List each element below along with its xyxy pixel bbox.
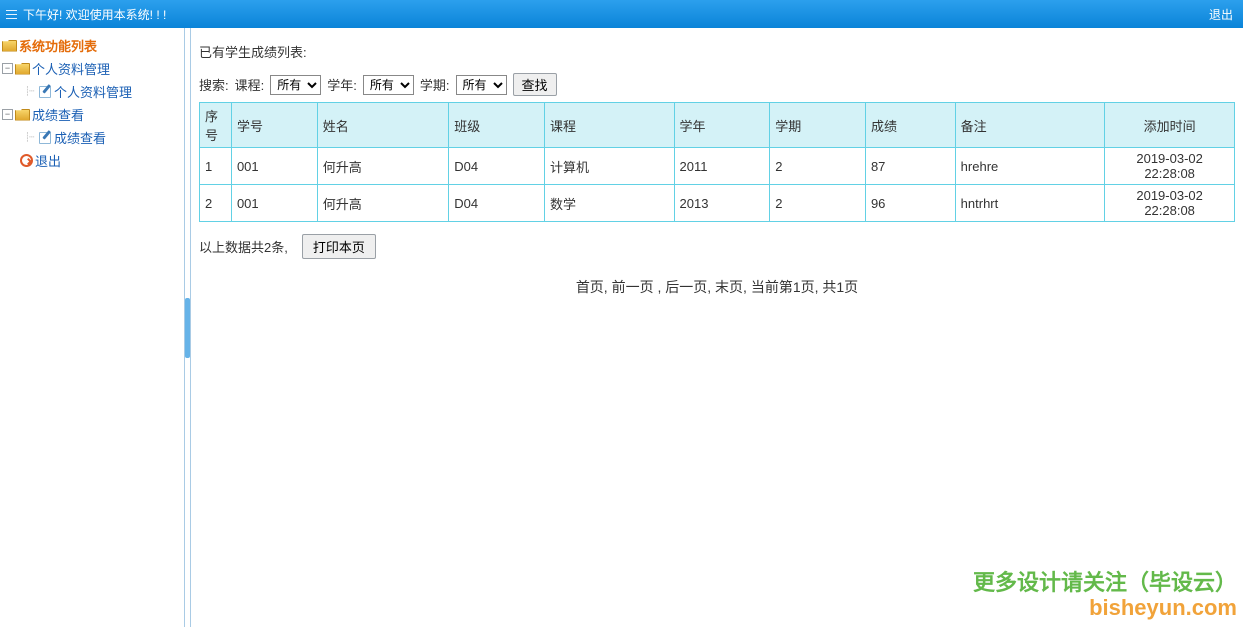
table-header-cell: 班级 <box>449 103 545 148</box>
table-cell: hntrhrt <box>955 185 1105 222</box>
table-cell: 何升高 <box>317 148 449 185</box>
folder-open-icon <box>15 63 30 75</box>
table-cell: 1 <box>200 148 232 185</box>
main-panel: 已有学生成绩列表: 搜索: 课程: 所有 学年: 所有 学期: 所有 查找 序号… <box>191 28 1243 627</box>
search-term-label: 学期: <box>420 75 450 94</box>
tree-branch-label: 个人资料管理 <box>32 59 110 78</box>
table-header-cell: 学年 <box>674 103 770 148</box>
table-cell: 2019-03-02 22:28:08 <box>1105 185 1235 222</box>
collapse-icon[interactable]: − <box>2 63 13 74</box>
tree-connector-icon: ┊┄ <box>20 86 38 97</box>
table-cell: D04 <box>449 185 545 222</box>
list-title: 已有学生成绩列表: <box>199 42 1235 61</box>
table-cell: 何升高 <box>317 185 449 222</box>
search-bar: 搜索: 课程: 所有 学年: 所有 学期: 所有 查找 <box>199 73 1235 96</box>
print-button[interactable]: 打印本页 <box>302 234 376 259</box>
table-cell: 数学 <box>544 185 674 222</box>
tree-branch-label: 成绩查看 <box>32 105 84 124</box>
tree-leaf-label: 成绩查看 <box>54 128 106 147</box>
watermark-line1: 更多设计请关注（毕设云） <box>973 565 1237 597</box>
table-cell: D04 <box>449 148 545 185</box>
folder-open-icon <box>2 40 17 52</box>
year-select[interactable]: 所有 <box>363 75 414 95</box>
table-cell: 001 <box>231 185 317 222</box>
vertical-divider <box>184 28 191 627</box>
table-cell: 2 <box>200 185 232 222</box>
tree-leaf-profile[interactable]: ┊┄ 个人资料管理 <box>2 80 184 103</box>
tree-branch-profile[interactable]: − 个人资料管理 <box>2 57 184 80</box>
table-cell: 2019-03-02 22:28:08 <box>1105 148 1235 185</box>
table-header-cell: 学期 <box>770 103 866 148</box>
table-cell: 2 <box>770 185 866 222</box>
top-header: 下午好! 欢迎使用本系统! ! ! 退出 <box>0 0 1243 28</box>
table-header-cell: 学号 <box>231 103 317 148</box>
tree-leaf-grades[interactable]: ┊┄ 成绩查看 <box>2 126 184 149</box>
tree-leaf-label: 个人资料管理 <box>54 82 132 101</box>
table-cell: 2011 <box>674 148 770 185</box>
tree-exit-label: 退出 <box>35 151 61 170</box>
table-header-cell: 序号 <box>200 103 232 148</box>
tree-connector-icon: ┊┄ <box>20 132 38 143</box>
tree-root-label: 系统功能列表 <box>19 36 97 55</box>
search-button[interactable]: 查找 <box>513 73 557 96</box>
collapse-icon[interactable]: − <box>2 109 13 120</box>
table-cell: 96 <box>865 185 955 222</box>
menu-icon <box>6 10 17 19</box>
exit-icon <box>20 154 33 167</box>
table-row: 2001何升高D04数学2013296hntrhrt2019-03-02 22:… <box>200 185 1235 222</box>
watermark: 更多设计请关注（毕设云） bisheyun.com <box>973 565 1237 621</box>
search-year-label: 学年: <box>327 75 357 94</box>
logout-link[interactable]: 退出 <box>1209 6 1233 23</box>
table-header-cell: 备注 <box>955 103 1105 148</box>
folder-open-icon <box>15 109 30 121</box>
tree-branch-grades[interactable]: − 成绩查看 <box>2 103 184 126</box>
edit-icon <box>38 131 52 145</box>
sidebar: 系统功能列表 − 个人资料管理 ┊┄ 个人资料管理 − 成绩查看 ┊┄ 成绩查看… <box>0 28 184 627</box>
pager[interactable]: 首页, 前一页 , 后一页, 末页, 当前第1页, 共1页 <box>199 277 1235 297</box>
term-select[interactable]: 所有 <box>456 75 507 95</box>
table-header-cell: 添加时间 <box>1105 103 1235 148</box>
resize-handle[interactable] <box>185 298 190 358</box>
summary-text: 以上数据共2条, <box>199 237 288 256</box>
table-cell: hrehre <box>955 148 1105 185</box>
edit-icon <box>38 85 52 99</box>
table-cell: 计算机 <box>544 148 674 185</box>
tree-root[interactable]: 系统功能列表 <box>2 34 184 57</box>
course-select[interactable]: 所有 <box>270 75 321 95</box>
welcome-text: 下午好! 欢迎使用本系统! ! ! <box>23 6 166 23</box>
table-cell: 2 <box>770 148 866 185</box>
watermark-line2: bisheyun.com <box>973 595 1237 621</box>
search-prefix: 搜索: <box>199 75 229 94</box>
table-cell: 2013 <box>674 185 770 222</box>
table-header-row: 序号学号姓名班级课程学年学期成绩备注添加时间 <box>200 103 1235 148</box>
grades-table: 序号学号姓名班级课程学年学期成绩备注添加时间 1001何升高D04计算机2011… <box>199 102 1235 222</box>
table-header-cell: 课程 <box>544 103 674 148</box>
search-course-label: 课程: <box>235 75 265 94</box>
tree-exit[interactable]: 退出 <box>2 149 184 172</box>
table-header-cell: 姓名 <box>317 103 449 148</box>
table-header-cell: 成绩 <box>865 103 955 148</box>
table-row: 1001何升高D04计算机2011287hrehre2019-03-02 22:… <box>200 148 1235 185</box>
table-cell: 87 <box>865 148 955 185</box>
table-cell: 001 <box>231 148 317 185</box>
